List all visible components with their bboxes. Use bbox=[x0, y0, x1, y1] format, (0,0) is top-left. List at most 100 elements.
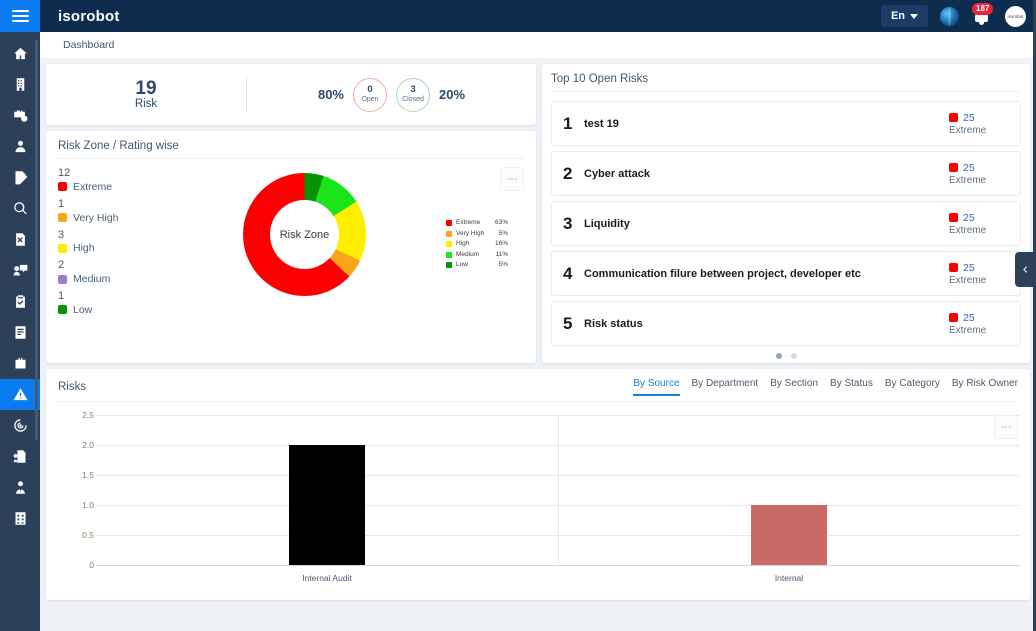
legend-percent: 5% bbox=[498, 229, 508, 237]
risks-tab[interactable]: By Department bbox=[692, 378, 759, 396]
sidebar-item-users[interactable] bbox=[0, 131, 40, 162]
risk-list-item[interactable]: 3 Liquidity 25 Extreme bbox=[551, 201, 1021, 246]
closed-label: Closed bbox=[402, 95, 424, 103]
sidebar-item-projects[interactable] bbox=[0, 348, 40, 379]
sidebar-scrollbar[interactable] bbox=[35, 40, 38, 440]
home-icon bbox=[13, 47, 27, 60]
color-swatch bbox=[446, 220, 452, 227]
risk-score: 25 bbox=[963, 311, 975, 324]
risk-zone-count-item: 1 Very High bbox=[58, 198, 119, 224]
donut-center-label: Risk Zone bbox=[279, 228, 330, 241]
sidebar-item-documents[interactable] bbox=[0, 317, 40, 348]
risk-zone-donut: Risk Zone bbox=[243, 173, 366, 296]
risk-zone-count-item: 12 Extreme bbox=[58, 167, 119, 193]
avatar[interactable]: isorobot bbox=[1005, 5, 1026, 27]
risks-tab[interactable]: By Source bbox=[633, 378, 680, 396]
breadcrumb[interactable]: Dashboard bbox=[63, 39, 114, 51]
risk-zone-title: Risk Zone / Rating wise bbox=[58, 140, 179, 152]
sidebar-item-objectives[interactable] bbox=[0, 410, 40, 441]
gridline bbox=[96, 445, 1020, 446]
risk-zone-label: Extreme bbox=[73, 180, 113, 193]
sidebar-item-files[interactable] bbox=[0, 441, 40, 472]
panel-collapse-button[interactable] bbox=[1015, 252, 1036, 287]
left-column: 19 Risk 80% 0 Open 3 Closed 20% Risk Zon… bbox=[46, 64, 536, 363]
sidebar-item-reports[interactable] bbox=[0, 224, 40, 255]
pagination-dot[interactable] bbox=[775, 353, 782, 359]
target-icon bbox=[13, 419, 27, 432]
carousel-pagination bbox=[551, 353, 1021, 359]
color-swatch bbox=[58, 243, 67, 253]
globe-icon[interactable] bbox=[940, 6, 959, 26]
sidebar-item-assessments[interactable] bbox=[0, 162, 40, 193]
total-risk-value: 19 bbox=[135, 77, 157, 99]
risk-name: Communication filure between project, de… bbox=[584, 267, 861, 280]
risk-zone-label: High bbox=[73, 242, 95, 255]
risk-zone-counts: 12 Extreme 1 Very High 3 High 2 Medium 1 Low bbox=[58, 167, 119, 321]
risk-index: 2 bbox=[563, 163, 573, 183]
pagination-dot[interactable] bbox=[790, 353, 797, 359]
divider bbox=[551, 91, 1021, 92]
main-content: 19 Risk 80% 0 Open 3 Closed 20% Risk Zon… bbox=[40, 58, 1036, 631]
risk-score: 25 bbox=[963, 111, 975, 124]
sidebar-item-risk[interactable] bbox=[0, 379, 40, 410]
sidebar-item-organization[interactable] bbox=[0, 69, 40, 100]
right-column: Top 10 Open Risks 1 test 19 25 Extreme 2 Cybe… bbox=[542, 64, 1030, 363]
risk-rating: 25 Extreme bbox=[949, 162, 1009, 186]
x-axis-labels: Internal Audit Internal bbox=[96, 573, 1020, 587]
sidebar-item-apps[interactable] bbox=[0, 503, 40, 534]
risks-bar-chart: 0 0.5 1.0 1.5 2.0 2.5 Internal Audit Internal bbox=[68, 410, 1020, 587]
grid-icon bbox=[15, 512, 25, 525]
risks-chart-menu-button[interactable] bbox=[994, 415, 1018, 439]
sidebar-item-communication[interactable] bbox=[0, 255, 40, 286]
risk-zone-label: Low bbox=[73, 303, 93, 316]
risk-list-item[interactable]: 2 Cyber attack 25 Extreme bbox=[551, 151, 1021, 196]
open-percent: 80% bbox=[317, 87, 344, 102]
y-axis-labels: 0 0.5 1.0 1.5 2.0 2.5 bbox=[68, 410, 94, 570]
risk-list-item[interactable]: 1 test 19 25 Extreme bbox=[551, 101, 1021, 146]
sidebar-item-home[interactable] bbox=[0, 38, 40, 69]
open-label: Open bbox=[361, 95, 379, 103]
risk-name: Cyber attack bbox=[584, 167, 651, 180]
app-brand: isorobot bbox=[58, 7, 120, 25]
risk-level: Extreme bbox=[949, 124, 987, 136]
risk-zone-count-item: 2 Medium bbox=[58, 259, 119, 285]
notifications-button[interactable]: 187 bbox=[971, 3, 994, 27]
language-selector[interactable]: En bbox=[880, 5, 928, 27]
warning-triangle-icon bbox=[13, 388, 27, 401]
risks-tab[interactable]: By Risk Owner bbox=[952, 378, 1018, 396]
sidebar-item-suppliers[interactable] bbox=[0, 472, 40, 503]
donut-chart[interactable]: Risk Zone bbox=[243, 173, 366, 296]
risks-chart-card: Risks By Source By Department By Section By… bbox=[46, 369, 1030, 600]
donut-legend: Extreme 63% Very High 5% High 16% Medium 11% Low… bbox=[446, 218, 508, 271]
color-swatch bbox=[58, 305, 67, 315]
closed-risk-ring: 3 Closed bbox=[396, 77, 430, 112]
risk-index: 1 bbox=[563, 113, 573, 133]
risks-tab[interactable]: By Section bbox=[770, 378, 818, 396]
risk-rating: 25 Extreme bbox=[949, 212, 1009, 236]
user-icon bbox=[15, 140, 25, 153]
risk-zone-count: 3 bbox=[58, 228, 65, 241]
total-risk-stat: 19 Risk bbox=[46, 77, 246, 110]
chart-bar[interactable] bbox=[289, 445, 365, 565]
divider bbox=[58, 158, 524, 159]
chart-gridlines bbox=[96, 415, 1020, 566]
severity-dot bbox=[949, 263, 958, 272]
toolbox-icon bbox=[15, 357, 25, 369]
legend-label: Extreme bbox=[456, 219, 481, 226]
chart-bar[interactable] bbox=[751, 505, 827, 565]
sidebar-item-assets[interactable] bbox=[0, 100, 40, 131]
risk-zone-label: Medium bbox=[73, 273, 111, 285]
risk-list-item[interactable]: 5 Risk status 25 Extreme bbox=[551, 301, 1021, 346]
color-swatch bbox=[446, 241, 452, 248]
sidebar-item-tasks[interactable] bbox=[0, 286, 40, 317]
risks-title: Risks bbox=[58, 381, 87, 393]
risk-zone-menu-button[interactable] bbox=[500, 167, 524, 191]
risks-tab[interactable]: By Status bbox=[830, 378, 873, 396]
sidebar-item-search[interactable] bbox=[0, 193, 40, 224]
hamburger-icon[interactable] bbox=[0, 0, 40, 32]
risk-zone-label: Very High bbox=[73, 211, 119, 224]
risks-header: Risks By Source By Department By Section By… bbox=[58, 378, 1018, 396]
risk-list-item[interactable]: 4 Communication filure between project, d… bbox=[551, 251, 1021, 296]
legend-label: Medium bbox=[456, 250, 480, 258]
risks-tab[interactable]: By Category bbox=[885, 378, 940, 396]
